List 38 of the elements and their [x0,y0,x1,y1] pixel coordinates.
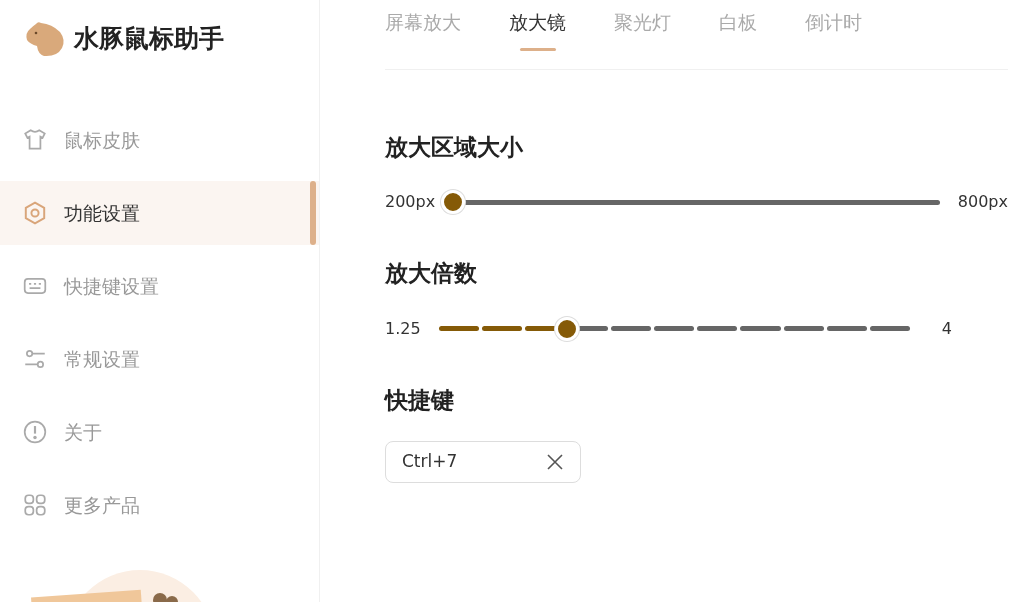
sidebar-item[interactable]: 功能设置 [0,181,319,245]
section-title: 放大区域大小 [385,132,524,162]
tab[interactable]: 白板 [719,8,757,51]
tab[interactable]: 倒计时 [805,8,862,51]
close-icon[interactable] [546,453,564,471]
slider-min-label: 1.25 [385,317,421,340]
sidebar-item[interactable]: 常规设置 [0,327,319,391]
info-icon [22,419,48,445]
sidebar-item[interactable]: 快捷键设置 [0,254,319,318]
selection-indicator [310,181,316,245]
grid-icon [22,492,48,518]
capybara-logo-icon [24,20,66,58]
sidebar-item[interactable]: 关于 [0,400,319,464]
section-title: 放大倍数 [385,259,478,288]
tab[interactable]: 屏幕放大 [385,8,461,51]
app-title: 水豚鼠标助手 [74,23,224,56]
hotkey-field[interactable]: Ctrl+7 [385,441,581,483]
track-segment [697,326,738,331]
tab[interactable]: 聚光灯 [614,8,671,51]
shirt-icon [22,127,48,153]
track-segment [654,326,695,331]
track-segment [869,326,910,331]
slider-thumb[interactable] [441,190,466,214]
track-segment [481,326,522,331]
sidebar-item[interactable]: 鼠标皮肤 [0,108,319,172]
sidebar-item[interactable]: 更多产品 [0,473,319,537]
track-segment [611,326,652,331]
slider-max-label: 4 [941,317,952,340]
slider-max-label: 800px [957,191,1008,213]
track-segment [438,326,479,331]
slider-thumb[interactable] [555,316,580,341]
track-segment [826,326,867,331]
tab[interactable]: 放大镜 [509,8,566,51]
hexagon-icon [22,200,48,226]
section-title: 快捷键 [385,385,455,415]
slider-min-label: 200px [385,191,436,213]
track-segment [740,326,781,331]
track-segment [783,326,824,331]
